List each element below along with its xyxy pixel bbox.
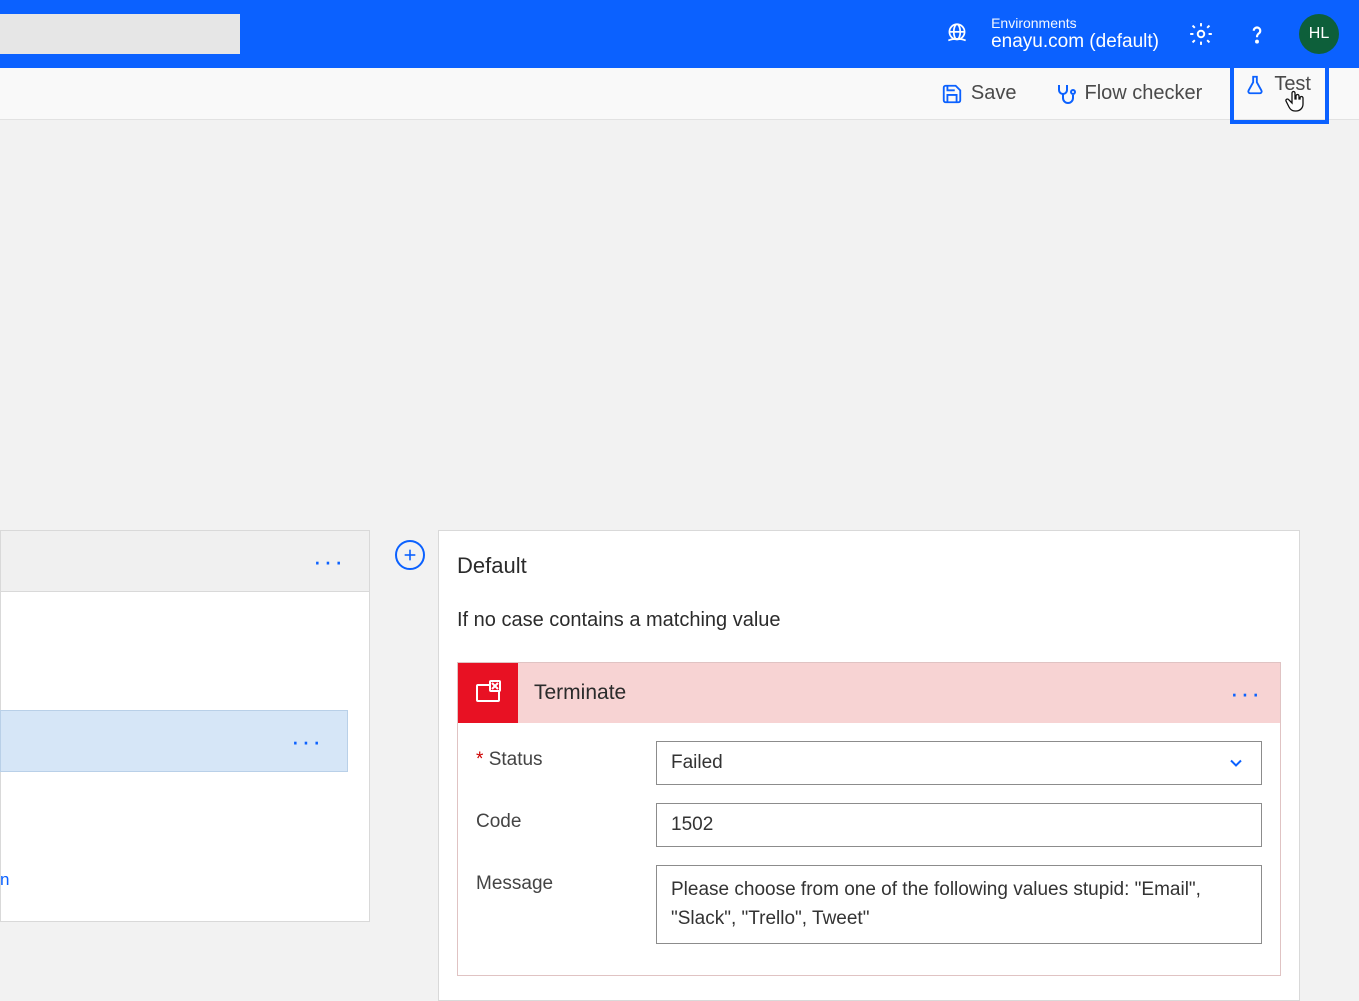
more-icon[interactable]: ··· [313,546,345,577]
environments-label: Environments [991,15,1159,31]
save-label: Save [971,82,1017,105]
action-body: Status Failed Code Message [458,723,1280,975]
more-icon[interactable]: ··· [1230,678,1262,709]
message-label: Message [476,865,656,895]
status-row: Status Failed [476,741,1262,785]
flow-canvas[interactable]: ··· ··· n Default If no case contains a … [0,120,1359,917]
toolbar: Save Flow checker Test [0,68,1359,120]
action-title: Terminate [534,681,626,705]
flask-icon [1244,74,1266,96]
code-row: Code [476,803,1262,847]
topbar-left [0,14,240,54]
top-bar: Environments enayu.com (default) HL [0,0,1359,68]
action-header-left: Terminate [458,663,626,723]
flow-checker-label: Flow checker [1085,82,1203,105]
more-icon[interactable]: ··· [291,726,323,757]
status-label: Status [476,741,656,771]
left-case-header[interactable]: ··· [0,530,370,592]
help-icon[interactable] [1243,20,1271,48]
case-title: Default [457,553,1281,579]
globe-icon [943,20,971,48]
left-fragment-text: n [0,870,9,890]
environment-block[interactable]: Environments enayu.com (default) [943,15,1159,53]
message-row: Message [476,865,1262,949]
search-input[interactable] [0,14,240,54]
avatar[interactable]: HL [1299,14,1339,54]
code-input[interactable] [656,803,1262,847]
add-case-button[interactable] [395,540,425,570]
avatar-initials: HL [1309,25,1329,43]
environment-text: Environments enayu.com (default) [991,15,1159,53]
terminate-icon [458,663,518,723]
gear-icon[interactable] [1187,20,1215,48]
action-header[interactable]: Terminate ··· [458,663,1280,723]
environment-name: enayu.com (default) [991,31,1159,53]
code-label: Code [476,803,656,833]
message-input[interactable] [656,865,1262,944]
topbar-right: Environments enayu.com (default) HL [943,14,1339,54]
left-action-header[interactable]: ··· [0,710,348,772]
test-button[interactable]: Test [1230,63,1329,124]
case-description: If no case contains a matching value [457,609,1281,632]
save-button[interactable]: Save [933,76,1025,111]
flow-checker-button[interactable]: Flow checker [1045,76,1211,112]
default-case-card: Default If no case contains a matching v… [438,530,1300,1001]
save-icon [941,83,963,105]
terminate-action-card: Terminate ··· Status Failed Code [457,662,1281,976]
cursor-hand-icon [1283,88,1307,116]
status-select[interactable]: Failed [656,741,1262,785]
stethoscope-icon [1053,82,1077,106]
